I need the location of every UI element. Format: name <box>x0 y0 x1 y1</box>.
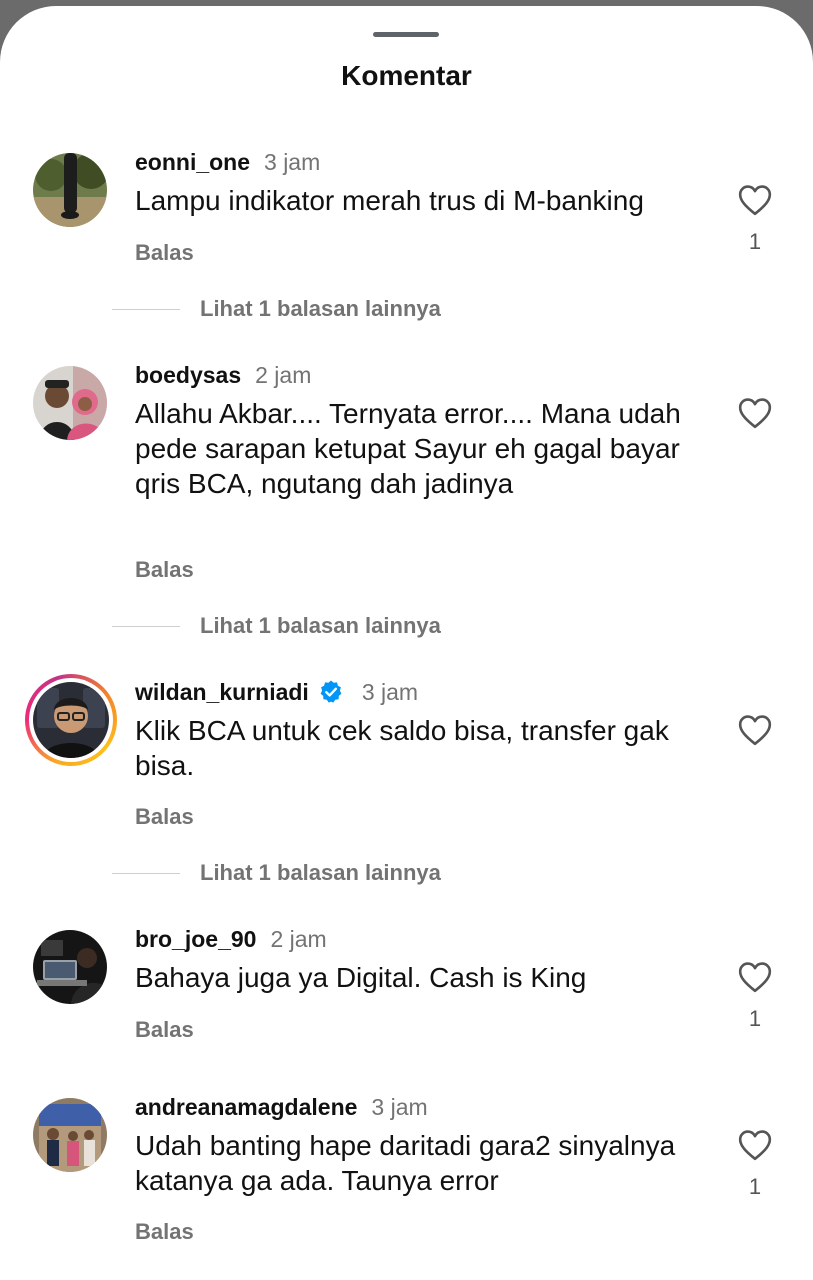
timestamp: 3 jam <box>264 148 321 175</box>
view-more-replies-button[interactable]: Lihat 1 balasan lainnya <box>112 294 441 324</box>
verified-badge-icon <box>318 679 344 705</box>
comment-text: Bahaya juga ya Digital. Cash is King <box>135 962 587 993</box>
username[interactable]: wildan_kurniadi <box>135 679 309 706</box>
timestamp: 3 jam <box>371 1093 428 1120</box>
divider-line <box>112 308 180 310</box>
comment-header: boedysas 2 jam <box>135 360 311 390</box>
timestamp: 2 jam <box>270 925 327 952</box>
comment-header: wildan_kurniadi 3 jam <box>135 677 418 707</box>
timestamp: 3 jam <box>361 678 419 705</box>
reply-button[interactable]: Balas <box>135 1219 194 1245</box>
reply-button[interactable]: Balas <box>135 557 194 583</box>
like-button[interactable] <box>737 397 773 429</box>
comment-text: Allahu Akbar.... Ternyata error.... Mana… <box>135 398 681 499</box>
like-count: 1 <box>748 1006 762 1031</box>
divider-line <box>112 625 180 627</box>
heart-outline-icon <box>738 962 772 993</box>
username[interactable]: boedysas <box>135 362 241 389</box>
username[interactable]: bro_joe_90 <box>135 926 256 953</box>
avatar-with-story-ring[interactable] <box>25 674 117 766</box>
view-more-replies-label: Lihat 1 balasan lainnya <box>200 613 441 638</box>
avatar-image <box>33 153 107 227</box>
avatar[interactable] <box>33 930 107 1004</box>
timestamp: 2 jam <box>255 361 312 388</box>
heart-outline-icon <box>738 398 772 429</box>
comment-text: Lampu indikator merah trus di M-banking <box>135 185 644 216</box>
like-count: 1 <box>748 1174 762 1199</box>
like-count: 1 <box>748 229 762 254</box>
avatar-image <box>33 1098 107 1172</box>
view-more-replies-label: Lihat 1 balasan lainnya <box>200 860 441 885</box>
avatar-image <box>33 366 107 440</box>
avatar-image <box>33 682 109 758</box>
username[interactable]: eonni_one <box>135 149 250 176</box>
comment-text: Klik BCA untuk cek saldo bisa, transfer … <box>135 715 669 781</box>
comment-text: Udah banting hape daritadi gara2 sinyaln… <box>135 1130 676 1196</box>
view-more-replies-button[interactable]: Lihat 1 balasan lainnya <box>112 858 441 888</box>
reply-button[interactable]: Balas <box>135 804 194 830</box>
like-button[interactable] <box>737 1129 773 1161</box>
avatar[interactable] <box>33 153 107 227</box>
heart-outline-icon <box>738 1130 772 1161</box>
drag-handle[interactable] <box>373 32 439 37</box>
like-button[interactable] <box>737 714 773 746</box>
username[interactable]: andreanamagdalene <box>135 1094 357 1121</box>
view-more-replies-button[interactable]: Lihat 1 balasan lainnya <box>112 611 441 641</box>
comments-sheet: Komentar eonni_one 3 jam Lampu indikator… <box>0 6 813 1280</box>
view-more-replies-label: Lihat 1 balasan lainnya <box>200 296 441 321</box>
comment-header: bro_joe_90 2 jam <box>135 924 327 954</box>
comment-header: eonni_one 3 jam <box>135 147 320 177</box>
sheet-title: Komentar <box>341 60 472 91</box>
comment-header: andreanamagdalene 3 jam <box>135 1092 428 1122</box>
avatar-image <box>33 930 107 1004</box>
like-button[interactable] <box>737 184 773 216</box>
reply-button[interactable]: Balas <box>135 240 194 266</box>
avatar[interactable] <box>33 1098 107 1172</box>
avatar[interactable] <box>33 366 107 440</box>
like-button[interactable] <box>737 961 773 993</box>
heart-outline-icon <box>738 185 772 216</box>
reply-button[interactable]: Balas <box>135 1017 194 1043</box>
divider-line <box>112 872 180 874</box>
heart-outline-icon <box>738 715 772 746</box>
